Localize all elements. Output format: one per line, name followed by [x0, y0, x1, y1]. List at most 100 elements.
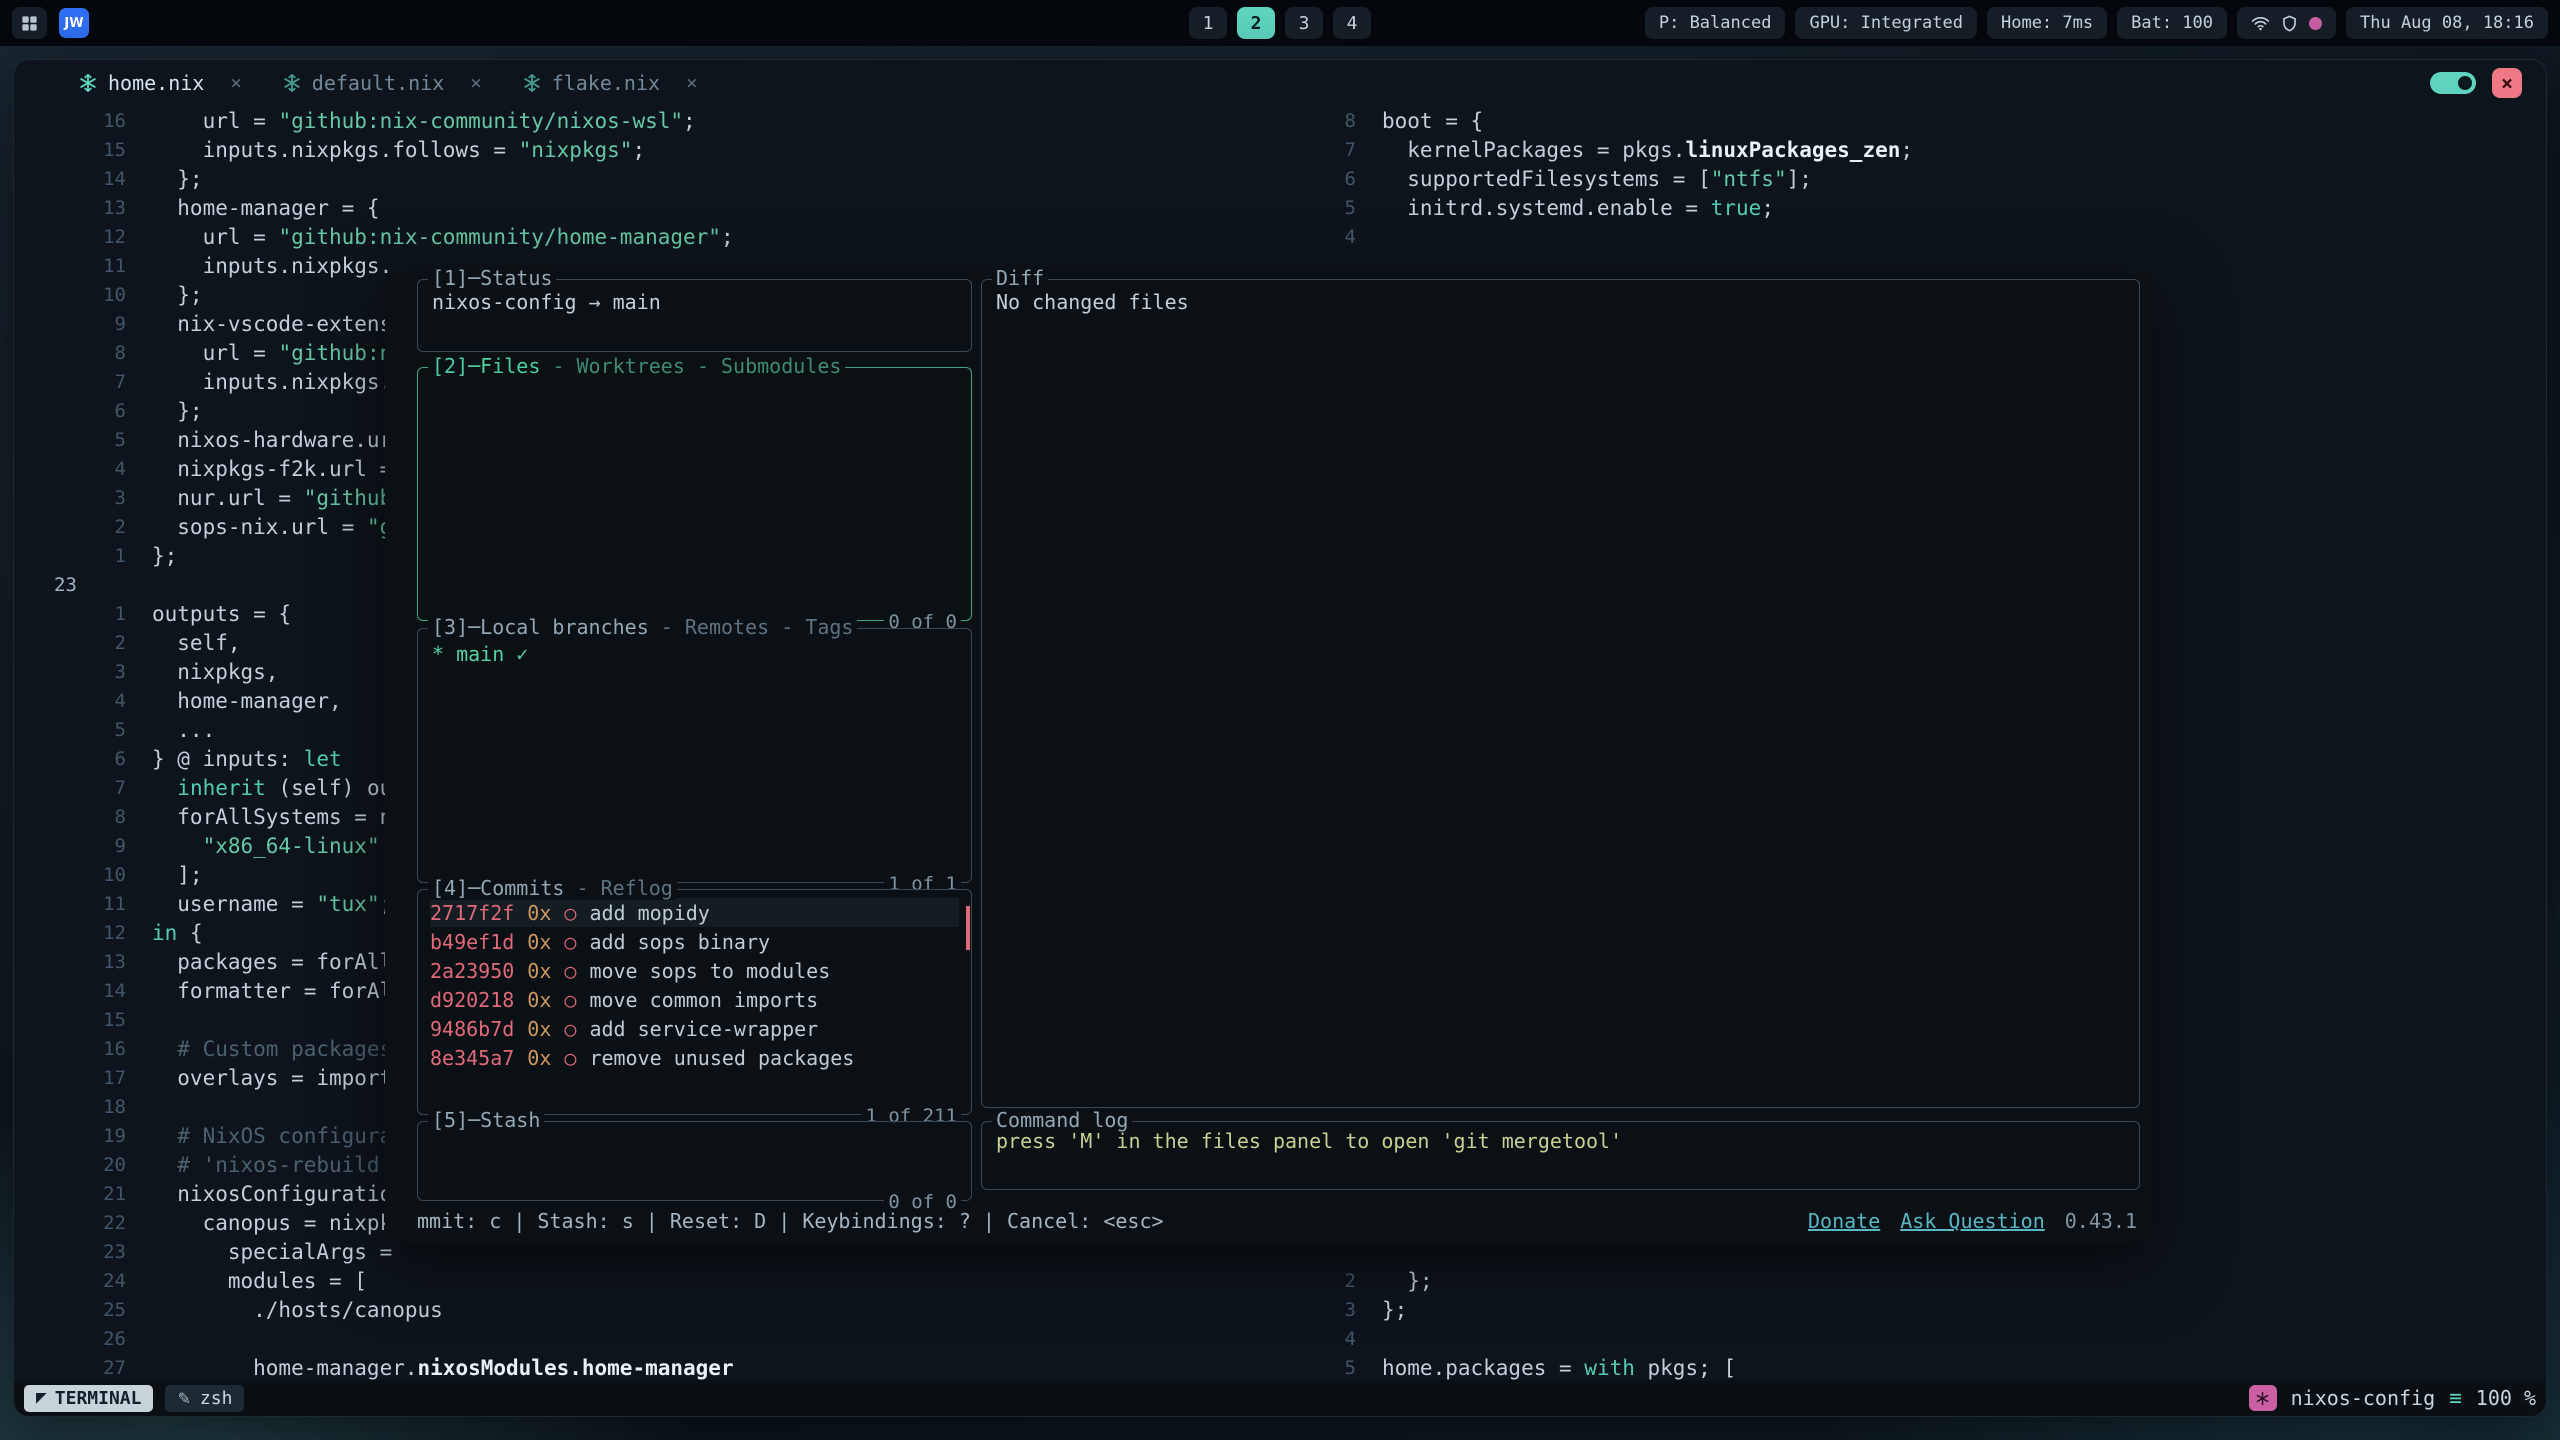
code-text: "x86_64-linux": [152, 834, 380, 858]
code-text: sops-nix.url = "g: [152, 515, 392, 539]
code-line: 15 inputs.nixpkgs.follows = "nixpkgs";: [54, 135, 734, 164]
shell-tab[interactable]: ✎ zsh: [165, 1385, 244, 1412]
workspace-button-2[interactable]: 2: [1237, 7, 1275, 39]
code-text: url = "github:nix-community/home-manager…: [152, 225, 734, 249]
workspace-button-4[interactable]: 4: [1333, 7, 1371, 39]
lazygit-files-panel[interactable]: [2]─Files - Worktrees - Submodules 0 of …: [417, 367, 972, 621]
commit-hash: d920218: [430, 988, 514, 1012]
commit-row[interactable]: 2a239500x○move sops to modules: [430, 956, 959, 985]
commit-row[interactable]: 8e345a70x○remove unused packages: [430, 1043, 959, 1072]
code-text: formatter = forAl: [152, 979, 392, 1003]
branch-row[interactable]: * main ✓: [432, 639, 957, 668]
code-text: overlays = import: [152, 1066, 392, 1090]
code-text: nixpkgs,: [152, 660, 278, 684]
clock-chip: Thu Aug 08, 18:16: [2346, 7, 2548, 39]
line-number: 9: [54, 835, 126, 857]
line-number: 5: [54, 429, 126, 451]
code-text: ];: [152, 863, 203, 887]
tab-bar: home.nix× default.nix× flake.nix×: [78, 71, 698, 95]
commit-message: add mopidy: [589, 901, 709, 925]
tab-close-icon[interactable]: ×: [230, 72, 241, 94]
lazygit-commits-panel[interactable]: [4]─Commits - Reflog 2717f2f0x○add mopid…: [417, 889, 972, 1115]
tab-flake.nix[interactable]: flake.nix×: [522, 71, 698, 95]
line-number: 2: [1314, 1270, 1356, 1292]
commit-row[interactable]: 2717f2f0x○add mopidy: [430, 898, 959, 927]
list-icon: ≡: [2449, 1386, 2462, 1410]
commit-row[interactable]: d9202180x○move common imports: [430, 985, 959, 1014]
code-line: 4: [1314, 222, 2544, 251]
tab-home.nix[interactable]: home.nix×: [78, 71, 242, 95]
apps-grid-icon: [20, 14, 39, 33]
editor-area[interactable]: 16 url = "github:nix-community/nixos-wsl…: [14, 106, 2546, 1380]
line-number: 5: [1314, 197, 1356, 219]
line-number: 6: [54, 400, 126, 422]
wifi-icon: [2251, 14, 2270, 33]
commit-graph-icon: ○: [564, 1046, 576, 1070]
code-text: home-manager,: [152, 689, 342, 713]
commit-author: 0x: [527, 959, 551, 983]
lazygit-link-ask-question[interactable]: Ask Question: [1900, 1209, 2045, 1233]
pencil-icon: ✎: [177, 1389, 190, 1408]
code-text: };: [1382, 1269, 1433, 1293]
tab-close-icon[interactable]: ×: [686, 72, 697, 94]
lazygit-command-log-panel[interactable]: Command log press 'M' in the files panel…: [981, 1121, 2140, 1190]
lazygit-status-panel[interactable]: [1]─Status nixos-config → main: [417, 279, 972, 352]
status-chip: GPU: Integrated: [1795, 7, 1977, 39]
workspace-button-1[interactable]: 1: [1189, 7, 1227, 39]
code-text: modules = [: [152, 1269, 367, 1293]
commit-row[interactable]: b49ef1d0x○add sops binary: [430, 927, 959, 956]
lazygit-diff-panel[interactable]: Diff No changed files: [981, 279, 2140, 1108]
shield-icon: [2280, 14, 2299, 33]
line-number: 26: [54, 1328, 126, 1350]
code-line: 13 home-manager = {: [54, 193, 734, 222]
code-line: 7 kernelPackages = pkgs.linuxPackages_ze…: [1314, 135, 2544, 164]
commit-message: move common imports: [589, 988, 818, 1012]
line-number: 3: [1314, 1299, 1356, 1321]
status-chip: P: Balanced: [1645, 7, 1786, 39]
line-number: 16: [54, 110, 126, 132]
code-text: nixpkgs-f2k.url =: [152, 457, 392, 481]
line-number: 20: [54, 1154, 126, 1176]
zellij-mode-chip[interactable]: ◤ TERMINAL: [24, 1385, 153, 1412]
keybinding-hints: mmit: c | Stash: s | Reset: D | Keybindi…: [417, 1209, 1164, 1233]
panel-title: [2]─Files - Worktrees - Submodules: [428, 354, 845, 378]
line-number: 9: [54, 313, 126, 335]
lazygit-stash-panel[interactable]: [5]─Stash 0 of 0: [417, 1121, 972, 1201]
code-text: inputs.nixpkgs.follows = "nixpkgs";: [152, 138, 645, 162]
line-number: 7: [1314, 139, 1356, 161]
terminal-status-bar: ◤ TERMINAL ✎ zsh nixos-config ≡ 100 %: [14, 1380, 2546, 1416]
line-number: 11: [54, 255, 126, 277]
line-number: 1: [54, 545, 126, 567]
tray-chip[interactable]: [2237, 7, 2336, 39]
line-number: 5: [54, 719, 126, 741]
line-number: 15: [54, 139, 126, 161]
tab-default.nix[interactable]: default.nix×: [282, 71, 482, 95]
commit-graph-icon: ○: [564, 988, 576, 1012]
window-close-button[interactable]: ×: [2492, 68, 2522, 98]
code-text: };: [152, 399, 203, 423]
topbar-right: P: BalancedGPU: IntegratedHome: 7msBat: …: [1645, 7, 2548, 39]
lazygit-version: 0.43.1: [2065, 1209, 2137, 1233]
code-text: };: [1382, 1298, 1407, 1322]
commit-row[interactable]: 9486b7d0x○add service-wrapper: [430, 1014, 959, 1043]
apps-launcher-button[interactable]: [12, 7, 47, 39]
workspace-button-3[interactable]: 3: [1285, 7, 1323, 39]
line-number: 8: [54, 342, 126, 364]
code-text: self,: [152, 631, 241, 655]
code-line: 8boot = {: [1314, 106, 2544, 135]
tab-close-icon[interactable]: ×: [470, 72, 481, 94]
lazygit-link-donate[interactable]: Donate: [1808, 1209, 1880, 1233]
line-number: 23: [54, 574, 126, 596]
code-text: initrd.systemd.enable = true;: [1382, 196, 1774, 220]
panel-title: [5]─Stash: [428, 1108, 544, 1132]
lazygit-branches-panel[interactable]: [3]─Local branches - Remotes - Tags * ma…: [417, 628, 972, 883]
app-logo[interactable]: JW: [59, 8, 89, 38]
editor-pane-right[interactable]: 8boot = {7 kernelPackages = pkgs.linuxPa…: [1314, 106, 2544, 251]
snowflake-icon: [78, 73, 98, 93]
code-text: specialArgs =: [152, 1240, 392, 1264]
code-text: } @ inputs: let: [152, 747, 342, 771]
line-number: 25: [54, 1299, 126, 1321]
commits-scrollbar[interactable]: [966, 906, 970, 950]
line-number: 7: [54, 777, 126, 799]
window-toggle[interactable]: [2430, 72, 2476, 94]
